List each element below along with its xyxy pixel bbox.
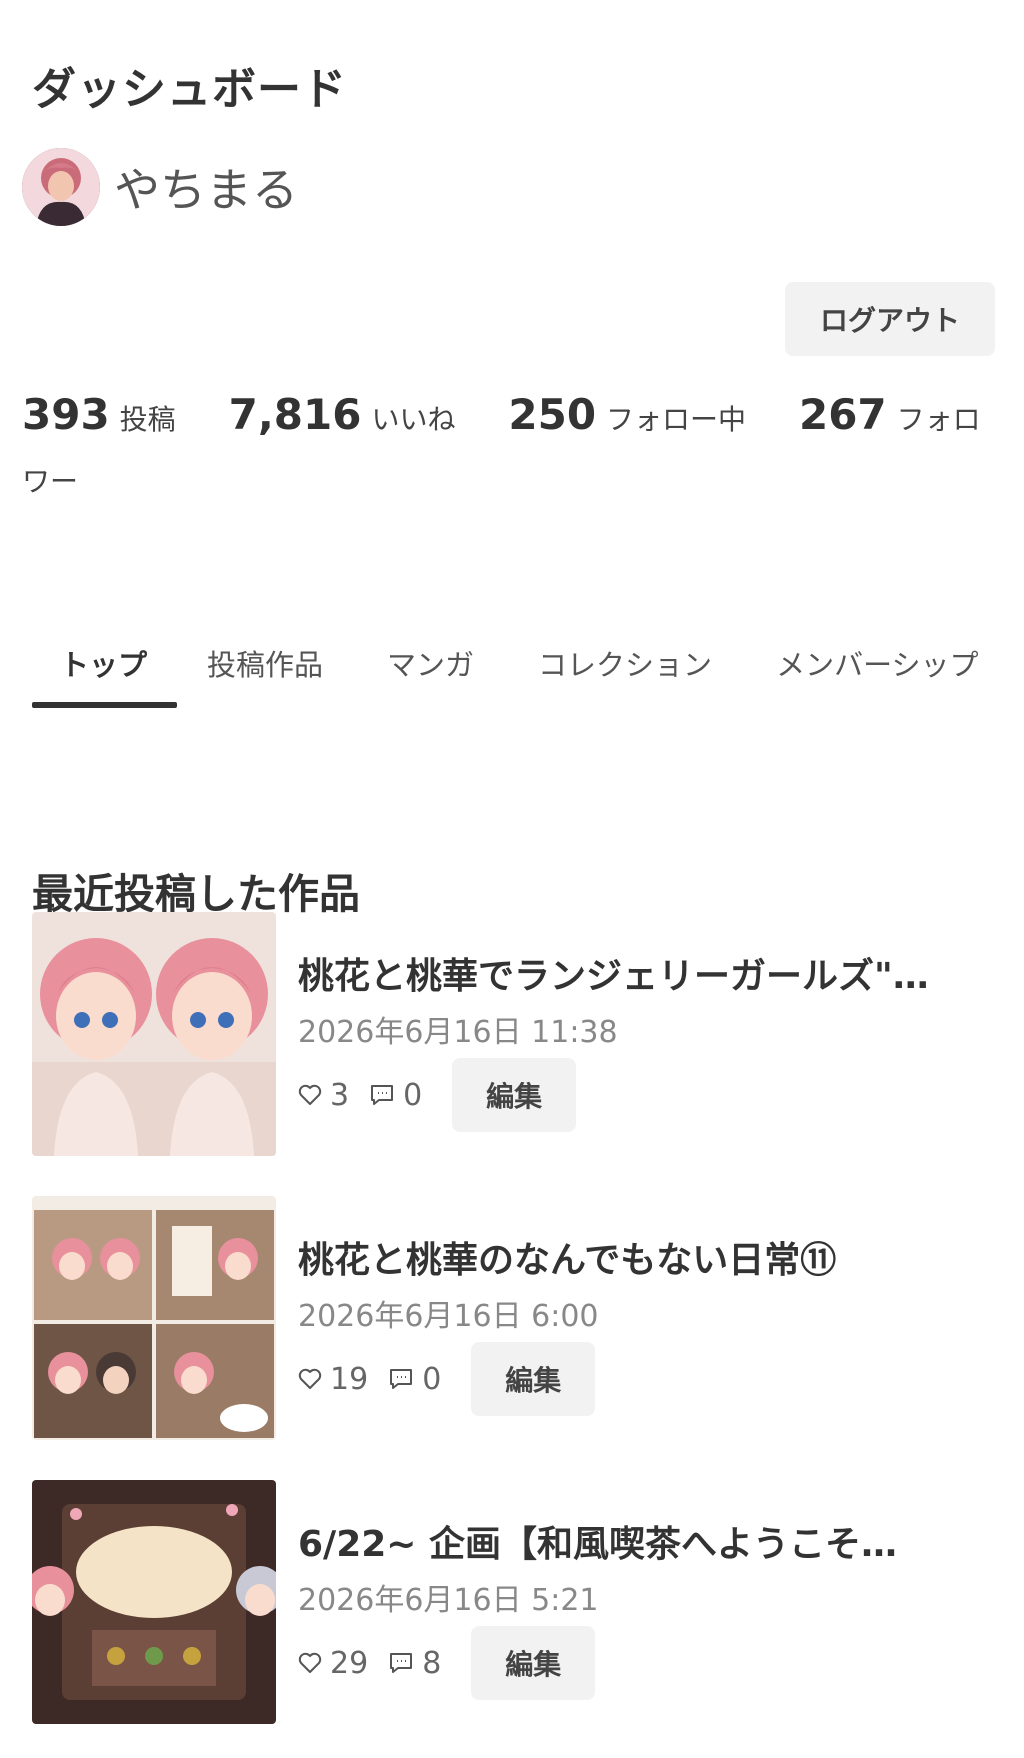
heart-icon[interactable] <box>298 1084 322 1106</box>
stat-following[interactable]: 250 フォロー中 <box>508 390 747 439</box>
stat-label: フォロー中 <box>606 403 747 436</box>
tab-top[interactable]: トップ <box>32 630 178 708</box>
stat-posts[interactable]: 393 投稿 <box>22 390 176 439</box>
post-date: 2026年6月16日 5:21 <box>298 1583 599 1618</box>
comment-icon[interactable] <box>388 1367 414 1391</box>
comment-count: 8 <box>422 1645 442 1681</box>
edit-button[interactable]: 編集 <box>471 1626 596 1700</box>
like-count: 29 <box>330 1645 369 1681</box>
stat-value: 7,816 <box>228 390 362 439</box>
stat-value: 393 <box>22 390 110 439</box>
post-date: 2026年6月16日 11:38 <box>298 1015 618 1050</box>
post-title[interactable]: 6/22~ 企画【和風喫茶へようこそ… <box>298 1515 1003 1567</box>
tab-works[interactable]: 投稿作品 <box>207 630 323 708</box>
stat-label: いいね <box>371 403 456 436</box>
comment-count: 0 <box>403 1077 423 1113</box>
heart-icon[interactable] <box>298 1652 322 1674</box>
stat-likes[interactable]: 7,816 いいね <box>229 390 456 439</box>
post-title[interactable]: 桃花と桃華でランジェリーガールズ"… <box>298 947 1003 999</box>
post-thumbnail[interactable] <box>32 1196 276 1440</box>
post-item[interactable]: 桃花と桃華でランジェリーガールズ"… 2026年6月16日 11:38 3 0 … <box>32 912 1002 1158</box>
like-count: 19 <box>330 1361 369 1397</box>
edit-button[interactable]: 編集 <box>452 1058 577 1132</box>
tab-membership[interactable]: メンバーシップ <box>776 630 978 708</box>
page-title: ダッシュボード <box>32 64 347 116</box>
stats-bar: 393 投稿 7,816 いいね 250 フォロー中 267 フォロワー <box>22 384 997 513</box>
tab-collection[interactable]: コレクション <box>538 630 712 708</box>
post-item[interactable]: 6/22~ 企画【和風喫茶へようこそ… 2026年6月16日 5:21 29 8… <box>32 1480 1002 1726</box>
tab-manga[interactable]: マンガ <box>387 630 474 708</box>
avatar[interactable] <box>22 148 100 226</box>
stat-label: 投稿 <box>119 403 176 436</box>
username: やちまる <box>114 163 298 217</box>
logout-button[interactable]: ログアウト <box>785 282 995 356</box>
post-item[interactable]: 桃花と桃華のなんでもない日常⑪ 2026年6月16日 6:00 19 0 編集 <box>32 1196 1002 1442</box>
stat-value: 267 <box>798 390 887 439</box>
like-count: 3 <box>330 1077 350 1113</box>
heart-icon[interactable] <box>298 1368 322 1390</box>
post-thumbnail[interactable] <box>32 912 276 1156</box>
post-title[interactable]: 桃花と桃華のなんでもない日常⑪ <box>298 1231 1003 1283</box>
comment-count: 0 <box>422 1361 442 1397</box>
comment-icon[interactable] <box>388 1651 414 1675</box>
post-thumbnail[interactable] <box>32 1480 276 1724</box>
post-date: 2026年6月16日 6:00 <box>298 1299 599 1334</box>
comment-icon[interactable] <box>369 1083 395 1107</box>
post-meta: 3 0 編集 <box>298 1058 577 1132</box>
stat-value: 250 <box>508 390 597 439</box>
edit-button[interactable]: 編集 <box>471 1342 596 1416</box>
profile: やちまる <box>22 148 298 226</box>
tab-bar: トップ 投稿作品 マンガ コレクション メンバーシップ <box>32 630 992 708</box>
post-meta: 19 0 編集 <box>298 1342 596 1416</box>
post-meta: 29 8 編集 <box>298 1626 596 1700</box>
